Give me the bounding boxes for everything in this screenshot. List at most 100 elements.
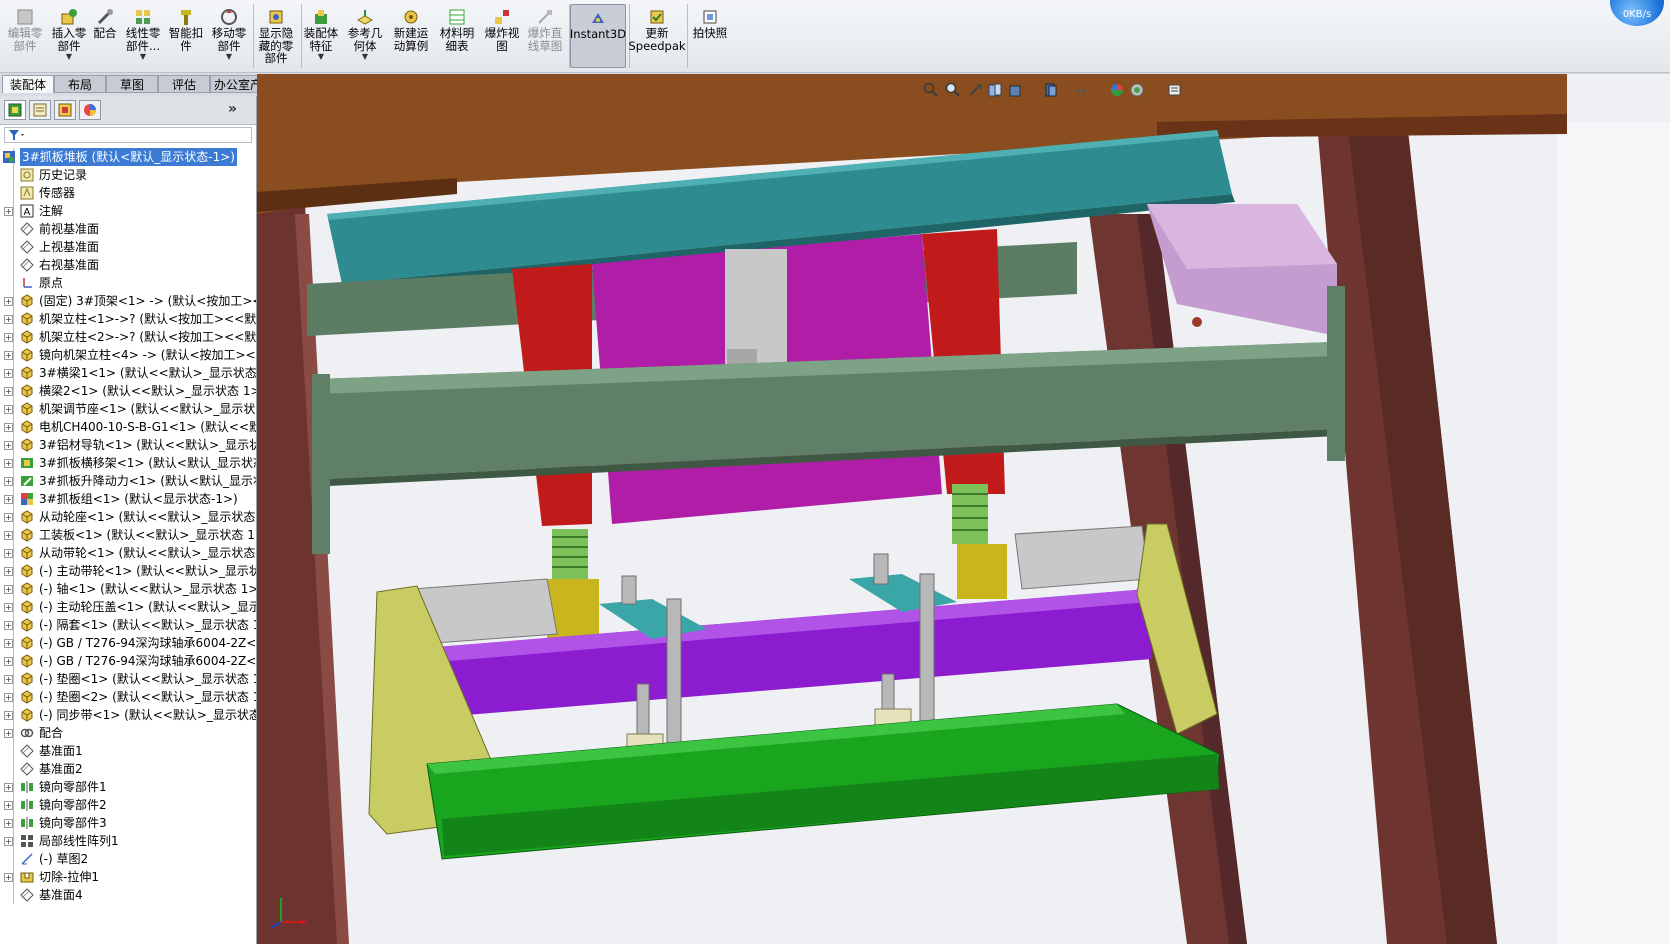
expand-toggle-icon[interactable]: + (4, 567, 13, 576)
expand-toggle-icon[interactable]: + (4, 351, 13, 360)
expand-toggle-icon[interactable]: + (4, 531, 13, 540)
tree-item[interactable]: + 机架立柱<1>->? (默认<按加工><<默认 (0, 310, 256, 328)
tree-item[interactable]: +3#横梁1<1> (默认<<默认>_显示状态 1 (0, 364, 256, 382)
tree-item[interactable]: 基准面1 (0, 742, 256, 760)
expand-toggle-icon[interactable]: + (4, 729, 13, 738)
apply-scene-icon[interactable] (1129, 82, 1145, 98)
expand-toggle-icon[interactable]: + (4, 639, 13, 648)
edit-appearance-icon[interactable] (1109, 82, 1125, 98)
tree-item[interactable]: + A 注解 (0, 202, 256, 220)
tree-item[interactable]: 基准面2 (0, 760, 256, 778)
tree-item[interactable]: 上视基准面 (0, 238, 256, 256)
tree-item[interactable]: + (固定) 3#顶架<1> -> (默认<按加工>< (0, 292, 256, 310)
display-manager-tab[interactable] (79, 100, 101, 120)
reference-geometry-dropdown-icon[interactable]: ▼ (362, 53, 368, 61)
tree-item[interactable]: 原点 (0, 274, 256, 292)
show-hidden-button[interactable]: 显示隐 藏的零 部件 (254, 4, 298, 68)
mate-button[interactable]: 配合 (90, 4, 120, 68)
expand-toggle-icon[interactable]: + (4, 423, 13, 432)
expand-toggle-icon[interactable]: + (4, 297, 13, 306)
bill-of-materials-button[interactable]: 材料明 细表 (436, 4, 478, 68)
graphics-area[interactable] (257, 74, 1670, 944)
expand-toggle-icon[interactable]: + (4, 603, 13, 612)
instant3d-button[interactable]: Instant3D (570, 4, 626, 68)
tree-item[interactable]: + 镜向零部件3 (0, 814, 256, 832)
take-snapshot-button[interactable]: 拍快照 (690, 4, 730, 68)
assembly-features-dropdown-icon[interactable]: ▼ (318, 53, 324, 61)
tree-item[interactable]: + (-) 同步带<1> (默认<<默认>_显示状态 (0, 706, 256, 724)
expand-toggle-icon[interactable]: + (4, 837, 13, 846)
configuration-manager-tab[interactable] (54, 100, 76, 120)
tree-item[interactable]: + 镜向机架立柱<4> -> (默认<按加工><默 (0, 346, 256, 364)
linear-pattern-dropdown-icon[interactable]: ▼ (140, 53, 146, 61)
expand-toggle-icon[interactable]: + (4, 801, 13, 810)
tree-root-assembly[interactable]: 3#抓板堆板 (默认<默认_显示状态-1>) (0, 148, 256, 166)
expand-toggle-icon[interactable]: + (4, 819, 13, 828)
move-component-button[interactable]: 移动零 部件 ▼ (208, 4, 250, 68)
hide-show-items-icon[interactable] (1073, 82, 1089, 98)
expand-toggle-icon[interactable]: + (4, 693, 13, 702)
tree-item[interactable]: + 工装板<1> (默认<<默认>_显示状态 1> (0, 526, 256, 544)
tree-item[interactable]: + (-) GB / T276-94深沟球轴承6004-2Z<2 (0, 652, 256, 670)
expand-toggle-icon[interactable]: + (4, 477, 13, 486)
tree-item[interactable]: + (-) 主动带轮<1> (默认<<默认>_显示状 (0, 562, 256, 580)
tree-item[interactable]: + (-) 隔套<1> (默认<<默认>_显示状态 1 (0, 616, 256, 634)
tree-item[interactable]: + (-) 轴<1> (默认<<默认>_显示状态 1>) (0, 580, 256, 598)
expand-toggle-icon[interactable]: + (4, 783, 13, 792)
tree-item[interactable]: + (-) 垫圈<2> (默认<<默认>_显示状态 1 (0, 688, 256, 706)
view-settings-icon[interactable] (1167, 82, 1183, 98)
expand-toggle-icon[interactable]: + (4, 369, 13, 378)
tree-item[interactable]: + 机架调节座<1> (默认<<默认>_显示状态 (0, 400, 256, 418)
section-view-icon[interactable] (987, 82, 1003, 98)
expand-toggle-icon[interactable]: + (4, 675, 13, 684)
property-manager-tab[interactable] (29, 100, 51, 120)
tree-item[interactable]: +3#铝材导轨<1> (默认<<默认>_显示状 (0, 436, 256, 454)
view-orientation-icon[interactable] (1007, 82, 1023, 98)
expand-toggle-icon[interactable]: + (4, 207, 13, 216)
expand-toggle-icon[interactable]: + (4, 495, 13, 504)
tab-0[interactable]: 装配体 (2, 75, 54, 93)
tree-item[interactable]: +3#抓板横移架<1> (默认<默认_显示状态 (0, 454, 256, 472)
zoom-to-area-icon[interactable] (945, 82, 961, 98)
new-motion-study-button[interactable]: 新建运 动算例 (390, 4, 432, 68)
expand-toggle-icon[interactable]: + (4, 657, 13, 666)
expand-toggle-icon[interactable]: + (4, 405, 13, 414)
insert-components-button[interactable]: 插入零 部件 ▼ (48, 4, 90, 68)
tree-item[interactable]: + 从动带轮<1> (默认<<默认>_显示状态 (0, 544, 256, 562)
exploded-view-button[interactable]: 爆炸视 图 (482, 4, 522, 68)
edit-component-button[interactable]: 编辑零 部件 (4, 4, 46, 68)
expand-toggle-icon[interactable]: + (4, 549, 13, 558)
tree-item[interactable]: + (-) 垫圈<1> (默认<<默认>_显示状态 1 (0, 670, 256, 688)
expand-toggle-icon[interactable]: + (4, 441, 13, 450)
previous-view-icon[interactable] (967, 82, 983, 98)
expand-toggle-icon[interactable]: + (4, 315, 13, 324)
tree-item[interactable]: + 镜向零部件1 (0, 778, 256, 796)
linear-pattern-button[interactable]: 线性零 部件... ▼ (122, 4, 164, 68)
tab-1[interactable]: 布局 (54, 75, 106, 93)
expand-toggle-icon[interactable]: + (4, 585, 13, 594)
tree-item[interactable]: 前视基准面 (0, 220, 256, 238)
insert-components-dropdown-icon[interactable]: ▼ (66, 53, 72, 61)
panel-expand-icon[interactable]: » (228, 101, 237, 117)
update-speedpak-button[interactable]: 更新 Speedpak (628, 4, 686, 68)
tree-item[interactable]: + 横梁2<1> (默认<<默认>_显示状态 1>) (0, 382, 256, 400)
tab-3[interactable]: 评估 (158, 75, 210, 93)
expand-toggle-icon[interactable]: + (4, 621, 13, 630)
feature-manager-tab[interactable] (4, 100, 26, 120)
explode-line-sketch-button[interactable]: 爆炸直 线草图 (524, 4, 566, 68)
move-component-dropdown-icon[interactable]: ▼ (226, 53, 232, 61)
tree-item[interactable]: + (-) GB / T276-94深沟球轴承6004-2Z<1 (0, 634, 256, 652)
tree-item[interactable]: +3#抓板组<1> (默认<显示状态-1>) (0, 490, 256, 508)
tree-item[interactable]: 右视基准面 (0, 256, 256, 274)
tree-item[interactable]: (-) 草图2 (0, 850, 256, 868)
tree-item[interactable]: 历史记录 (0, 166, 256, 184)
tree-item[interactable]: + 镜向零部件2 (0, 796, 256, 814)
expand-toggle-icon[interactable]: + (4, 513, 13, 522)
tab-2[interactable]: 草图 (106, 75, 158, 93)
tree-filter-bar[interactable] (4, 127, 252, 143)
reference-geometry-button[interactable]: 参考几 何体 ▼ (344, 4, 386, 68)
expand-toggle-icon[interactable]: + (4, 873, 13, 882)
tree-item[interactable]: + 从动轮座<1> (默认<<默认>_显示状态 (0, 508, 256, 526)
tree-item[interactable]: + 切除-拉伸1 (0, 868, 256, 886)
tree-item[interactable]: 传感器 (0, 184, 256, 202)
